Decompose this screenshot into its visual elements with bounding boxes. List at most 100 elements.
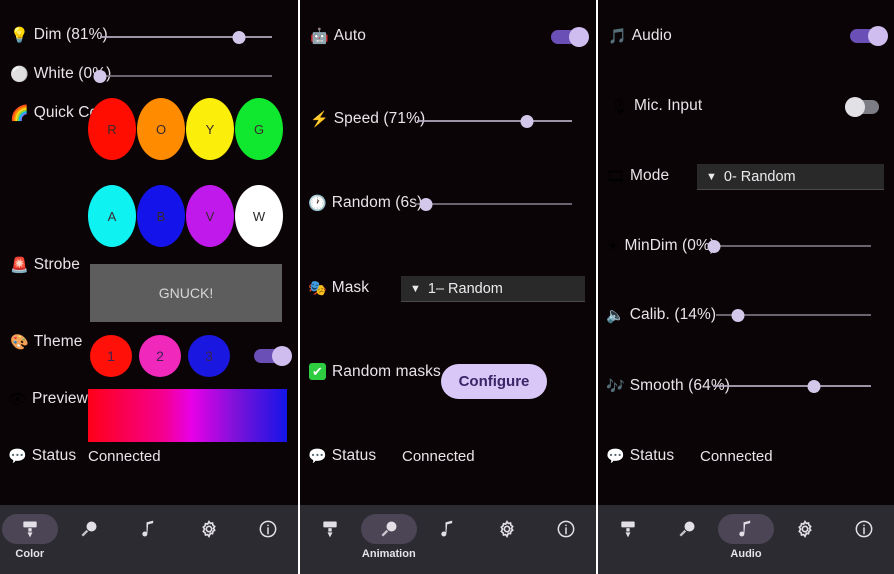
nav-pill-audio xyxy=(420,514,476,544)
row-calib: 🔈 Calib. (14%) xyxy=(606,306,716,324)
status-value: Connected xyxy=(88,448,161,465)
nav-pill-info xyxy=(240,514,296,544)
nav-tab-color[interactable] xyxy=(300,514,359,544)
nav-label-animation: Animation xyxy=(361,548,416,560)
status-value: Connected xyxy=(402,448,475,465)
smooth-slider-thumb[interactable] xyxy=(807,379,821,393)
quick-color-letter: G xyxy=(253,121,265,137)
mindim-slider-track xyxy=(711,245,871,247)
nav-pill-audio xyxy=(121,514,177,544)
nav-tab-info[interactable] xyxy=(537,514,596,544)
row-auto: 🤖 Auto xyxy=(310,27,366,45)
quick-color-letter: Y xyxy=(205,121,215,137)
nav-pill-settings xyxy=(181,514,237,544)
mic-input-toggle[interactable] xyxy=(845,97,883,117)
nav-label-audio: Audio xyxy=(730,548,762,560)
quick-color-g[interactable]: G xyxy=(235,98,283,160)
auto-toggle[interactable] xyxy=(551,27,589,47)
nav-tab-audio[interactable] xyxy=(119,514,179,544)
siren-icon: 🚨 xyxy=(10,256,29,274)
random-slider-track xyxy=(415,203,572,205)
speed-slider-thumb[interactable] xyxy=(520,114,534,128)
nav-pill-color xyxy=(600,514,656,544)
robot-icon: 🤖 xyxy=(310,27,329,45)
nav-tab-settings[interactable] xyxy=(776,514,835,544)
nav-tab-info[interactable] xyxy=(835,514,894,544)
row-random: 🕐 Random (6s) xyxy=(308,194,422,212)
row-dim: 💡 Dim (81%) xyxy=(10,26,108,44)
music-notes-icon: 🎶 xyxy=(606,377,625,395)
nav-tab-audio[interactable] xyxy=(418,514,477,544)
theme-button-2[interactable]: 2 xyxy=(139,335,181,377)
smooth-slider[interactable] xyxy=(713,376,871,396)
calib-slider[interactable] xyxy=(716,305,871,325)
navbar-animation: Animation xyxy=(300,505,596,574)
mic-input-toggle-knob xyxy=(845,97,865,117)
dim-slider[interactable] xyxy=(100,27,272,47)
dim-label: Dim (81%) xyxy=(33,26,108,43)
mask-dropdown[interactable]: ▼ 1– Random xyxy=(401,276,585,302)
gear-icon xyxy=(199,519,219,539)
quick-color-r[interactable]: R xyxy=(88,98,136,160)
theme-button-3[interactable]: 3 xyxy=(188,335,230,377)
note-icon xyxy=(438,519,458,539)
nav-tab-info[interactable] xyxy=(238,514,298,544)
speech-bubble-icon: 💬 xyxy=(8,447,27,465)
theme-button-1[interactable]: 1 xyxy=(90,335,132,377)
mindim-slider-thumb[interactable] xyxy=(707,239,721,253)
audio-label: Audio xyxy=(631,27,672,44)
random-masks-checkbox[interactable]: ✔ xyxy=(309,363,326,380)
preview-gradient xyxy=(88,389,287,442)
random-label: Random (6s) xyxy=(331,194,423,211)
panel-animation-content: 🤖 Auto ⚡ Speed (71%) 🕐 Random (6s) 🎭 Mas… xyxy=(300,0,596,505)
nav-tab-settings[interactable] xyxy=(478,514,537,544)
mask-label: Mask xyxy=(331,279,370,296)
mindim-slider[interactable] xyxy=(707,236,871,256)
note-icon xyxy=(736,519,756,539)
row-audio: 🎵 Audio xyxy=(608,27,672,45)
quick-color-y[interactable]: Y xyxy=(186,98,234,160)
chevron-down-icon: ▼ xyxy=(410,282,421,295)
white-slider-thumb[interactable] xyxy=(93,69,107,83)
quick-color-o[interactable]: O xyxy=(137,98,185,160)
quick-color-a[interactable]: A xyxy=(88,185,136,247)
preview-label: Preview xyxy=(32,390,88,407)
calib-slider-thumb[interactable] xyxy=(731,308,745,322)
mode-dropdown[interactable]: ▼ 0- Random xyxy=(697,164,884,190)
quick-color-w[interactable]: W xyxy=(235,185,283,247)
panel-audio-content: 🎵 Audio 🎙 Mic. Input 🎞 Mode ▼ 0- Random … xyxy=(598,0,894,505)
nav-tab-settings[interactable] xyxy=(179,514,239,544)
app-root: 💡 Dim (81%) ⚪ White (0%) 🌈 Quick Col R O xyxy=(0,0,894,574)
configure-button[interactable]: Configure xyxy=(441,364,547,399)
nav-pill-settings xyxy=(777,514,833,544)
quick-color-b[interactable]: B xyxy=(137,185,185,247)
nav-tab-color[interactable] xyxy=(598,514,657,544)
mindim-label: MinDim (0%) xyxy=(624,237,716,254)
strobe-gnuck-button[interactable]: GNUCK! xyxy=(90,264,282,322)
mode-label: Mode xyxy=(630,167,670,184)
audio-toggle[interactable] xyxy=(850,26,888,46)
sun-icon: ☀ xyxy=(606,237,620,255)
chevron-down-icon: ▼ xyxy=(706,170,717,183)
nav-tab-animation[interactable] xyxy=(60,514,120,544)
microphone-icon: 🎙 xyxy=(610,97,630,115)
theme-toggle[interactable] xyxy=(254,346,292,366)
random-slider-thumb[interactable] xyxy=(419,197,433,211)
row-mode: 🎞 Mode xyxy=(606,167,669,185)
nav-pill-animation xyxy=(360,514,417,544)
nav-tab-color[interactable]: Color xyxy=(0,514,60,560)
nav-tab-animation[interactable] xyxy=(657,514,716,544)
quick-color-v[interactable]: V xyxy=(186,185,234,247)
speech-bubble-icon: 💬 xyxy=(308,447,327,465)
row-random-masks: Random masks xyxy=(332,363,441,381)
white-slider[interactable] xyxy=(93,66,272,86)
random-slider[interactable] xyxy=(415,194,572,214)
info-icon xyxy=(854,519,874,539)
nav-tab-audio[interactable]: Audio xyxy=(716,514,775,560)
dim-slider-thumb[interactable] xyxy=(232,30,246,44)
status-label: Status xyxy=(629,447,675,464)
panel-audio: 🎵 Audio 🎙 Mic. Input 🎞 Mode ▼ 0- Random … xyxy=(598,0,894,574)
speed-slider[interactable] xyxy=(417,111,572,131)
nav-tab-animation[interactable]: Animation xyxy=(359,514,418,560)
panel-animation: 🤖 Auto ⚡ Speed (71%) 🕐 Random (6s) 🎭 Mas… xyxy=(300,0,596,574)
